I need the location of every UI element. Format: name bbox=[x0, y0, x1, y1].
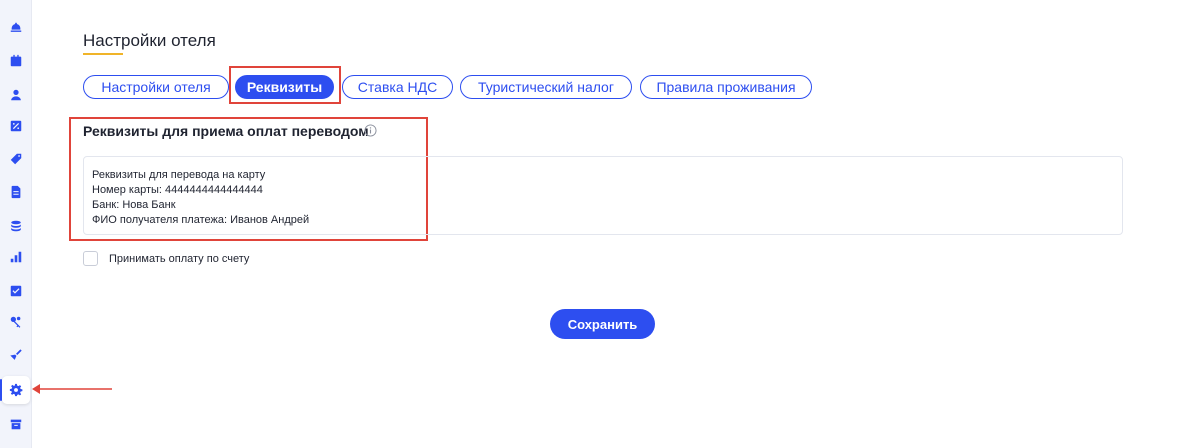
tab-accommodation-rules[interactable]: Правила проживания bbox=[640, 75, 812, 99]
page-title: Настройки отеля bbox=[83, 31, 216, 50]
save-button[interactable]: Сохранить bbox=[550, 309, 655, 339]
annotation-arrow bbox=[32, 384, 112, 394]
section-title: Реквизиты для приема оплат переводом bbox=[83, 123, 369, 139]
info-icon[interactable] bbox=[364, 124, 377, 137]
tab-tourist-tax[interactable]: Туристический налог bbox=[460, 75, 632, 99]
user-icon[interactable] bbox=[6, 85, 26, 105]
tab-vat-rate[interactable]: Ставка НДС bbox=[342, 75, 453, 99]
box-icon[interactable] bbox=[6, 414, 26, 434]
sidebar bbox=[0, 0, 32, 448]
document-icon[interactable] bbox=[6, 182, 26, 202]
tab-hotel-settings[interactable]: Настройки отеля bbox=[83, 75, 229, 99]
checklist-icon[interactable] bbox=[6, 281, 26, 301]
coins-icon[interactable] bbox=[6, 216, 26, 236]
gear-icon[interactable] bbox=[0, 376, 30, 404]
calendar-icon[interactable] bbox=[6, 51, 26, 71]
invoice-payment-checkbox[interactable] bbox=[83, 251, 98, 266]
percent-icon[interactable] bbox=[6, 116, 26, 136]
broom-icon[interactable] bbox=[6, 345, 26, 365]
tag-icon[interactable] bbox=[6, 149, 26, 169]
keys-icon[interactable] bbox=[6, 312, 26, 332]
bell-icon[interactable] bbox=[6, 17, 26, 37]
chart-icon[interactable] bbox=[6, 247, 26, 267]
invoice-payment-label: Принимать оплату по счету bbox=[109, 252, 250, 265]
title-underline bbox=[83, 53, 123, 55]
payment-details-textarea[interactable]: Реквизиты для перевода на карту Номер ка… bbox=[83, 156, 1123, 235]
tab-requisites[interactable]: Реквизиты bbox=[235, 75, 334, 99]
invoice-payment-option[interactable]: Принимать оплату по счету bbox=[83, 251, 249, 266]
